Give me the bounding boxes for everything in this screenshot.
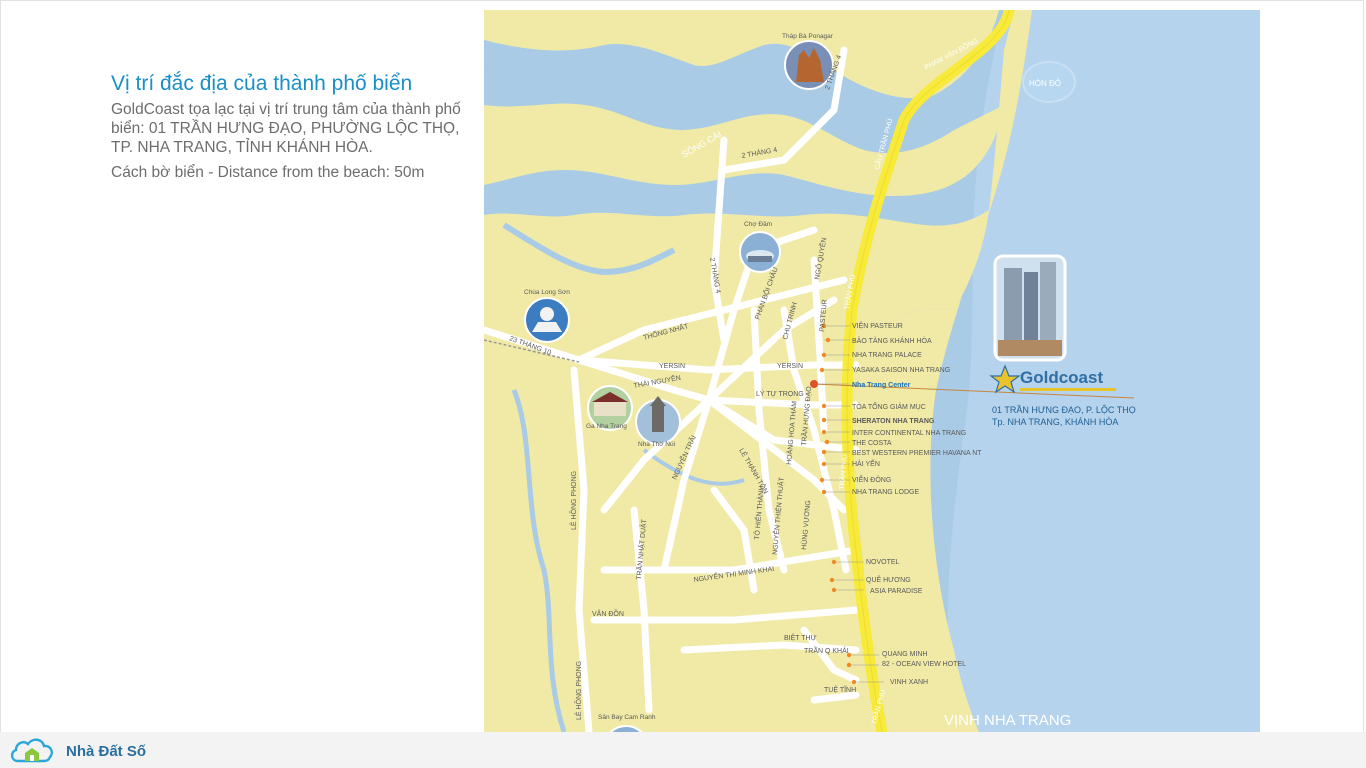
goldcoast-address-line2: Tp. NHA TRANG, KHÁNH HÒA: [992, 417, 1118, 427]
intro-description: GoldCoast tọa lạc tại vị trí trung tâm c…: [111, 101, 461, 156]
place-label: QUANG MINH: [882, 651, 928, 658]
landmark-label-nha-tho-nui: Nhà Thờ Núi: [638, 441, 675, 448]
place-label: VIỆN PASTEUR: [852, 321, 903, 330]
place-label: NOVOTEL: [866, 559, 900, 566]
footer-bar: [0, 732, 1366, 768]
street-label: LÝ TỰ TRỌNG: [756, 389, 804, 398]
logo-text: Nhà Đất Số: [66, 742, 147, 760]
pagoda-icon: [524, 297, 570, 343]
place-label: BEST WESTERN PREMIER HAVANA NT: [852, 450, 982, 457]
street-label: YERSIN: [777, 363, 803, 370]
landmark-label-cho-dam: Chợ Đầm: [744, 219, 772, 228]
goldcoast-building-icon: [993, 254, 1067, 362]
place-label: VIỄN ĐÔNG: [852, 475, 891, 484]
place-label: SHERATON NHA TRANG: [852, 418, 935, 425]
street-label: YERSIN: [659, 363, 685, 370]
island-label: HÒN ĐỎ: [1029, 79, 1061, 88]
place-label: NHA TRANG PALACE: [852, 352, 922, 359]
place-label: VINH XANH: [890, 679, 928, 686]
street-label: BIỆT THỰ: [784, 633, 817, 642]
goldcoast-address-line1: 01 TRẦN HƯNG ĐẠO, P. LỘC THỌ: [992, 405, 1136, 415]
place-label: TÒA TỔNG GIÁM MỤC: [852, 402, 926, 411]
place-label: THE COSTA: [852, 440, 892, 447]
place-label: INTER CONTINENTAL NHA TRANG: [852, 430, 966, 437]
landmark-label-long-son: Chùa Long Sơn: [524, 289, 570, 296]
place-label: QUÊ HƯƠNG: [866, 575, 911, 584]
place-label: NHA TRANG LODGE: [852, 489, 919, 496]
site-logo[interactable]: Nhà Đất Số: [8, 734, 146, 768]
landmark-label-san-bay: Sân Bay Cam Ranh: [598, 714, 656, 721]
street-label: TUỆ TĨNH: [824, 685, 856, 694]
place-label-nha-trang-center: Nha Trang Center: [852, 382, 911, 389]
place-label: YASAKA SAISON NHA TRANG: [852, 367, 950, 374]
landmark-label-ga-nha-trang: Ga Nha Trang: [586, 423, 627, 430]
intro-title: Vị trí đắc địa của thành phố biển: [111, 72, 413, 95]
place-label: 82 - OCEAN VIEW HOTEL: [882, 661, 966, 668]
location-map: VỊNH NHA TRANG HÒN ĐỎ SÔNG CÁI Tháp Bà P…: [484, 10, 1260, 732]
sea-label: VỊNH NHA TRANG: [944, 712, 1071, 729]
intro-section: Vị trí đắc địa của thành phố biển GoldCo…: [111, 72, 471, 188]
goldcoast-brand-label: Goldcoast: [1020, 368, 1103, 387]
goldcoast-underline: [1020, 388, 1116, 391]
intro-distance: Cách bờ biển - Distance from the beach: …: [111, 164, 425, 181]
market-icon: [739, 231, 781, 273]
cloud-house-icon: [10, 738, 53, 763]
landmark-label-ponagar: Tháp Bà Ponagar: [782, 33, 834, 40]
place-label: BẢO TÀNG KHÁNH HÒA: [852, 336, 932, 345]
place-label: ASIA PARADISE: [870, 588, 923, 595]
